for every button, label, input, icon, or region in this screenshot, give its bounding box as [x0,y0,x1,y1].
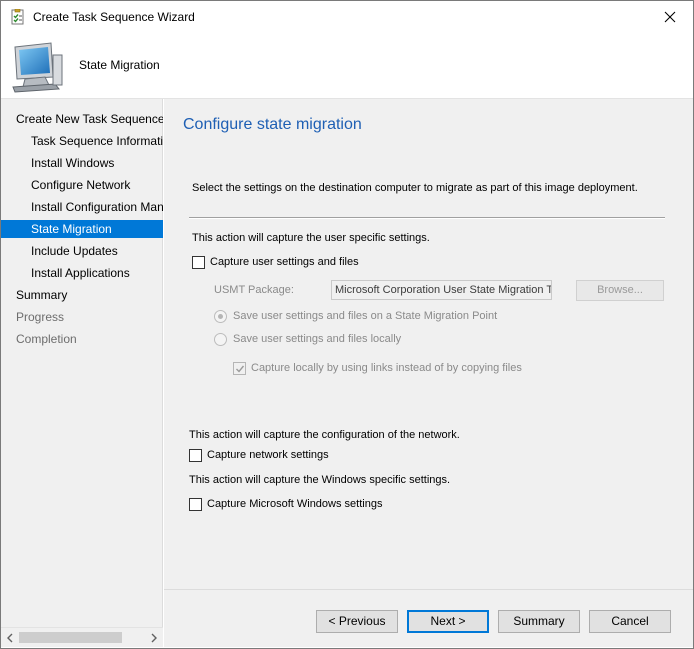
divider [189,217,665,219]
close-button[interactable] [647,1,693,33]
title-bar: Create Task Sequence Wizard [1,1,693,33]
scrollbar-thumb[interactable] [19,632,122,643]
page-title: Configure state migration [183,116,362,133]
sidebar-item-include-updates[interactable]: Include Updates [1,242,163,260]
capture-using-links-checkbox [233,362,246,375]
cancel-button[interactable]: Cancel [589,610,671,633]
next-button[interactable]: Next > [407,610,489,633]
sidebar-item-summary[interactable]: Summary [1,286,163,304]
sidebar-item-state-migration[interactable]: State Migration [1,220,163,238]
usmt-package-label: USMT Package: [214,284,294,296]
wizard-header: State Migration [1,33,693,99]
window-title: Create Task Sequence Wizard [33,10,195,24]
wizard-window: Create Task Sequence Wizard State Migrat… [0,0,694,649]
header-title: State Migration [79,58,160,72]
instruction-text: Select the settings on the destination c… [192,182,638,194]
scroll-left-icon[interactable] [5,632,15,644]
save-locally-radio [214,333,227,346]
sidebar-item-install-applications[interactable]: Install Applications [1,264,163,282]
sidebar-item-completion: Completion [16,332,77,346]
task-sequence-app-icon [10,8,26,25]
save-on-state-migration-point-label: Save user settings and files on a State … [233,310,498,322]
sidebar-item-task-sequence-information[interactable]: Task Sequence Information [1,132,163,150]
sidebar-item-progress: Progress [16,310,65,324]
capture-network-settings-checkbox[interactable] [189,449,202,462]
browse-button: Browse... [576,280,664,301]
user-settings-description: This action will capture the user specif… [192,232,430,244]
capture-using-links-label: Capture locally by using links instead o… [251,362,522,374]
previous-button[interactable]: < Previous [316,610,398,633]
sidebar-item-install-windows[interactable]: Install Windows [1,154,163,172]
usmt-package-field: Microsoft Corporation User State Migrati… [331,280,552,300]
windows-settings-description: This action will capture the Windows spe… [189,474,451,486]
save-locally-label: Save user settings and files locally [233,333,402,345]
save-on-state-migration-point-radio [214,310,227,323]
close-icon [664,11,676,23]
capture-windows-settings-label[interactable]: Capture Microsoft Windows settings [207,498,382,510]
capture-user-settings-label[interactable]: Capture user settings and files [210,256,359,268]
footer-divider [164,589,693,590]
sidebar-item-install-configuration-manager[interactable]: Install Configuration Manager [1,198,163,216]
checkmark-icon [236,365,245,373]
network-settings-description: This action will capture the configurati… [189,429,460,441]
capture-network-settings-label[interactable]: Capture network settings [207,449,329,461]
wizard-main-panel: Configure state migration Select the set… [164,99,693,647]
capture-user-settings-checkbox[interactable] [192,256,205,269]
sidebar-horizontal-scrollbar[interactable] [1,627,163,647]
wizard-steps-sidebar: Create New Task Sequence Task Sequence I… [1,99,163,627]
capture-windows-settings-checkbox[interactable] [189,498,202,511]
summary-button[interactable]: Summary [498,610,580,633]
sidebar-item-configure-network[interactable]: Configure Network [1,176,163,194]
sidebar-item-create-new-task-sequence[interactable]: Create New Task Sequence [1,110,163,128]
computer-monitor-icon [9,41,65,93]
scroll-right-icon[interactable] [149,632,159,644]
